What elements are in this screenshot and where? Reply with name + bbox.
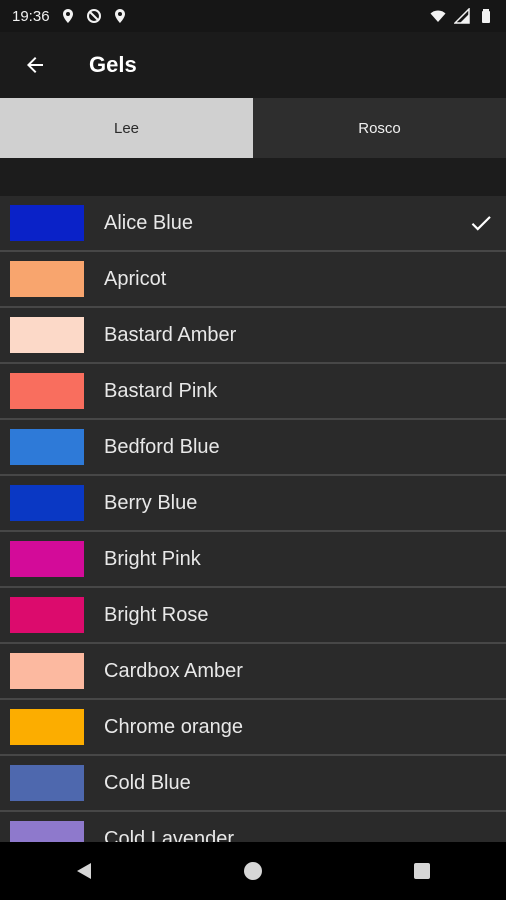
color-swatch [10, 373, 84, 409]
location-icon [114, 9, 125, 23]
status-bar-left: 19:36 [12, 8, 128, 25]
color-swatch [10, 821, 84, 842]
tab-rosco[interactable]: Rosco [253, 98, 506, 158]
gel-row-alice-blue[interactable]: Alice Blue [0, 196, 506, 252]
tab-lee-label: Lee [113, 119, 140, 137]
gel-name: Bastard Pink [104, 379, 218, 402]
page-title: Gels [89, 52, 137, 77]
status-bar-right [430, 8, 494, 24]
signal-icon [454, 8, 470, 24]
gel-row-bastard-amber[interactable]: Bastard Amber [0, 308, 506, 364]
nav-home-button[interactable] [233, 851, 273, 891]
tab-lee[interactable]: Lee [0, 98, 253, 158]
gel-name: Bedford Blue [104, 435, 220, 458]
gel-name: Apricot [104, 267, 167, 290]
nav-back-button[interactable] [64, 851, 104, 891]
gel-name: Bright Rose [104, 603, 209, 626]
gel-name: Alice Blue [104, 211, 193, 234]
gel-row-bright-rose[interactable]: Bright Rose [0, 588, 506, 644]
back-button[interactable] [17, 47, 53, 83]
status-time: 19:36 [12, 7, 50, 25]
gel-name: Bastard Amber [104, 323, 237, 346]
gel-name: Berry Blue [104, 491, 198, 514]
status-bar: 19:36 [0, 0, 506, 32]
gel-name: Cold Blue [104, 771, 191, 794]
color-swatch [10, 205, 84, 241]
gel-name: Cardbox Amber [104, 659, 243, 682]
tab-bar: Lee Rosco [0, 98, 506, 158]
arrow-left-icon [27, 57, 43, 73]
gel-name: Chrome orange [104, 715, 243, 738]
gel-row-bastard-pink[interactable]: Bastard Pink [0, 364, 506, 420]
gel-row-apricot[interactable]: Apricot [0, 252, 506, 308]
battery-icon [482, 9, 490, 23]
gel-list: Alice Blue Apricot Bastard Amber Bastard… [0, 196, 506, 842]
system-nav-bar [0, 842, 506, 900]
color-swatch [10, 429, 84, 465]
recents-square-icon [413, 863, 430, 879]
color-swatch [10, 261, 84, 297]
color-swatch [10, 653, 84, 689]
check-icon [471, 216, 491, 231]
back-triangle-icon [77, 863, 92, 879]
gel-row-bedford-blue[interactable]: Bedford Blue [0, 420, 506, 476]
gel-name: Cold Lavender [104, 827, 235, 843]
gel-row-berry-blue[interactable]: Berry Blue [0, 476, 506, 532]
app-bar: Gels [0, 32, 506, 98]
gel-row-bright-pink[interactable]: Bright Pink [0, 532, 506, 588]
color-swatch [10, 709, 84, 745]
wifi-icon [430, 10, 446, 22]
location-icon [62, 9, 73, 23]
nav-recents-button[interactable] [402, 851, 442, 891]
home-circle-icon [243, 862, 262, 880]
gel-row-cardbox-amber[interactable]: Cardbox Amber [0, 644, 506, 700]
gel-name: Bright Pink [104, 547, 201, 570]
do-not-disturb-icon [86, 9, 101, 23]
gel-row-cold-lavender[interactable]: Cold Lavender [0, 812, 506, 842]
color-swatch [10, 485, 84, 521]
color-swatch [10, 597, 84, 633]
color-swatch [10, 317, 84, 353]
gel-row-cold-blue[interactable]: Cold Blue [0, 756, 506, 812]
tab-rosco-label: Rosco [358, 119, 401, 137]
gel-row-chrome-orange[interactable]: Chrome orange [0, 700, 506, 756]
color-swatch [10, 541, 84, 577]
color-swatch [10, 765, 84, 801]
